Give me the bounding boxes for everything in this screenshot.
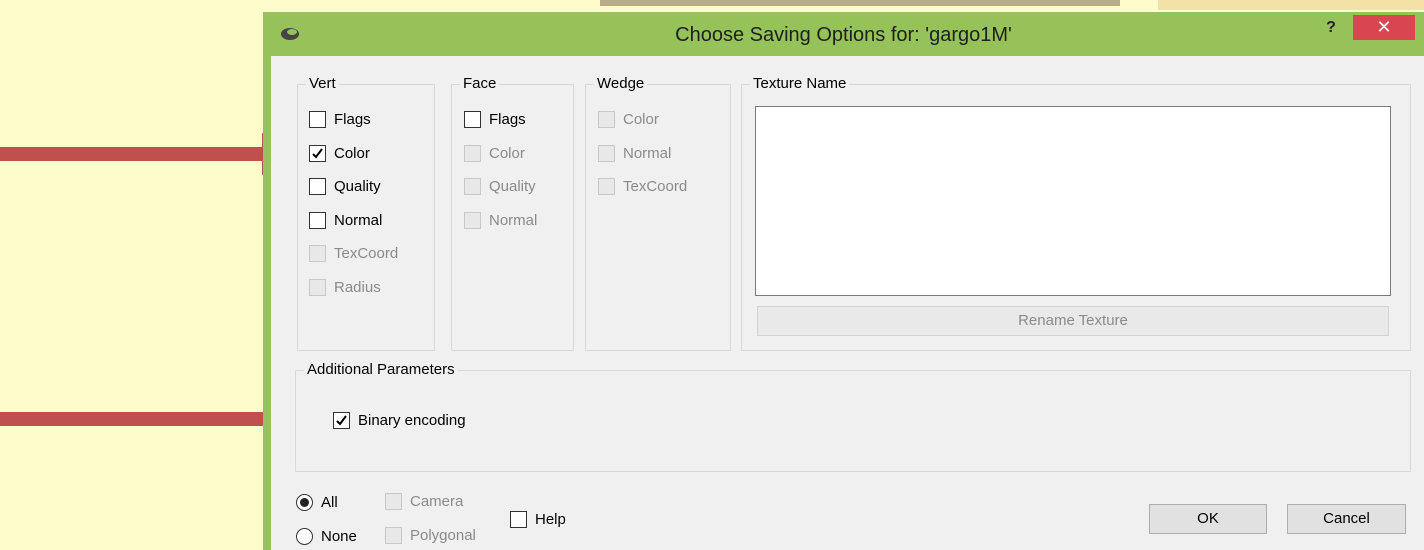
help-checkbox[interactable]: Help — [510, 511, 566, 528]
vert-checkbox-label: Flags — [334, 111, 371, 128]
wedge-checkbox-normal[interactable]: Normal — [598, 144, 672, 162]
polygonal-label: Polygonal — [410, 527, 476, 544]
radio-none-circle[interactable] — [296, 528, 313, 545]
vert-checkbox-box[interactable] — [309, 111, 326, 128]
titlebar-help-button[interactable]: ? — [1318, 16, 1344, 42]
polygonal-checkbox[interactable]: Polygonal — [385, 527, 476, 544]
face-group-legend: Face — [463, 75, 497, 92]
help-label: Help — [535, 511, 566, 528]
vert-checkbox-box[interactable] — [309, 278, 326, 296]
radio-all-circle[interactable] — [296, 494, 313, 511]
binary-encoding-checkbox[interactable]: Binary encoding — [333, 412, 466, 429]
checkmark-icon — [336, 415, 347, 426]
camera-checkbox[interactable]: Camera — [385, 493, 463, 510]
vert-checkbox-normal[interactable]: Normal — [309, 211, 383, 229]
background-tab — [1158, 0, 1424, 10]
radio-none[interactable]: None — [296, 528, 357, 545]
face-checkbox-box[interactable] — [464, 111, 481, 128]
face-checkbox-box[interactable] — [464, 178, 481, 195]
binary-encoding-label: Binary encoding — [358, 412, 466, 429]
save-options-dialog: Choose Saving Options for: 'gargo1M' ? ✕… — [263, 12, 1424, 550]
vert-checkbox-box[interactable] — [309, 144, 326, 162]
vert-checkbox-label: Radius — [334, 278, 381, 296]
ok-button[interactable]: OK — [1149, 504, 1267, 534]
vert-checkbox-label: Quality — [334, 178, 381, 195]
cancel-button[interactable]: Cancel — [1287, 504, 1406, 534]
vert-checkbox-flags[interactable]: Flags — [309, 111, 371, 128]
wedge-checkbox-box[interactable] — [598, 144, 615, 162]
vert-checkbox-quality[interactable]: Quality — [309, 178, 381, 195]
radio-all-label: All — [321, 494, 338, 511]
texture-group-legend: Texture Name — [753, 75, 847, 92]
dialog-client-area: Vert Flags Color Quality Normal TexCoord Radi… — [271, 56, 1424, 550]
vert-checkbox-radius[interactable]: Radius — [309, 278, 381, 296]
wedge-checkbox-box[interactable] — [598, 178, 615, 195]
vert-checkbox-texcoord[interactable]: TexCoord — [309, 245, 398, 262]
help-box[interactable] — [510, 511, 527, 528]
checkmark-icon — [312, 147, 323, 159]
background-window-strip — [600, 0, 1120, 6]
face-checkbox-normal[interactable]: Normal — [464, 211, 538, 229]
face-checkbox-color[interactable]: Color — [464, 144, 525, 162]
wedge-checkbox-label: Normal — [623, 144, 672, 162]
camera-box[interactable] — [385, 493, 402, 510]
vert-checkbox-label: Color — [334, 144, 370, 162]
dialog-title: Choose Saving Options for: 'gargo1M' — [675, 24, 1012, 46]
camera-label: Camera — [410, 493, 464, 510]
binary-encoding-box[interactable] — [333, 412, 350, 429]
vert-group-legend: Vert — [309, 75, 336, 92]
vert-checkbox-box[interactable] — [309, 211, 326, 229]
arrow-pointing-color — [0, 133, 305, 175]
close-button[interactable]: ✕ — [1353, 15, 1415, 40]
polygonal-box[interactable] — [385, 527, 402, 544]
face-checkbox-label: Color — [489, 144, 525, 162]
titlebar[interactable]: Choose Saving Options for: 'gargo1M' ? ✕ — [263, 12, 1424, 56]
radio-none-label: None — [321, 528, 357, 545]
additional-parameters-legend: Additional Parameters — [307, 361, 455, 378]
vert-checkbox-label: TexCoord — [334, 245, 399, 262]
face-checkbox-label: Normal — [489, 211, 538, 229]
vert-checkbox-box[interactable] — [309, 245, 326, 262]
radio-selected-dot — [300, 498, 309, 507]
wedge-checkbox-texcoord[interactable]: TexCoord — [598, 178, 687, 195]
face-checkbox-quality[interactable]: Quality — [464, 178, 536, 195]
radio-all[interactable]: All — [296, 494, 338, 511]
face-checkbox-box[interactable] — [464, 211, 481, 229]
face-checkbox-label: Quality — [489, 178, 536, 195]
wedge-checkbox-label: Color — [623, 111, 659, 128]
face-checkbox-box[interactable] — [464, 144, 481, 162]
vert-checkbox-box[interactable] — [309, 178, 326, 195]
texture-name-list[interactable] — [755, 106, 1391, 296]
vert-checkbox-label: Normal — [334, 211, 383, 229]
wedge-checkbox-label: TexCoord — [623, 178, 688, 195]
face-checkbox-label: Flags — [489, 111, 526, 128]
vert-checkbox-color[interactable]: Color — [309, 144, 370, 162]
wedge-checkbox-box[interactable] — [598, 111, 615, 128]
wedge-group-legend: Wedge — [597, 75, 645, 92]
wedge-checkbox-color[interactable]: Color — [598, 111, 659, 128]
rename-texture-button[interactable]: Rename Texture — [757, 306, 1389, 336]
face-checkbox-flags[interactable]: Flags — [464, 111, 526, 128]
